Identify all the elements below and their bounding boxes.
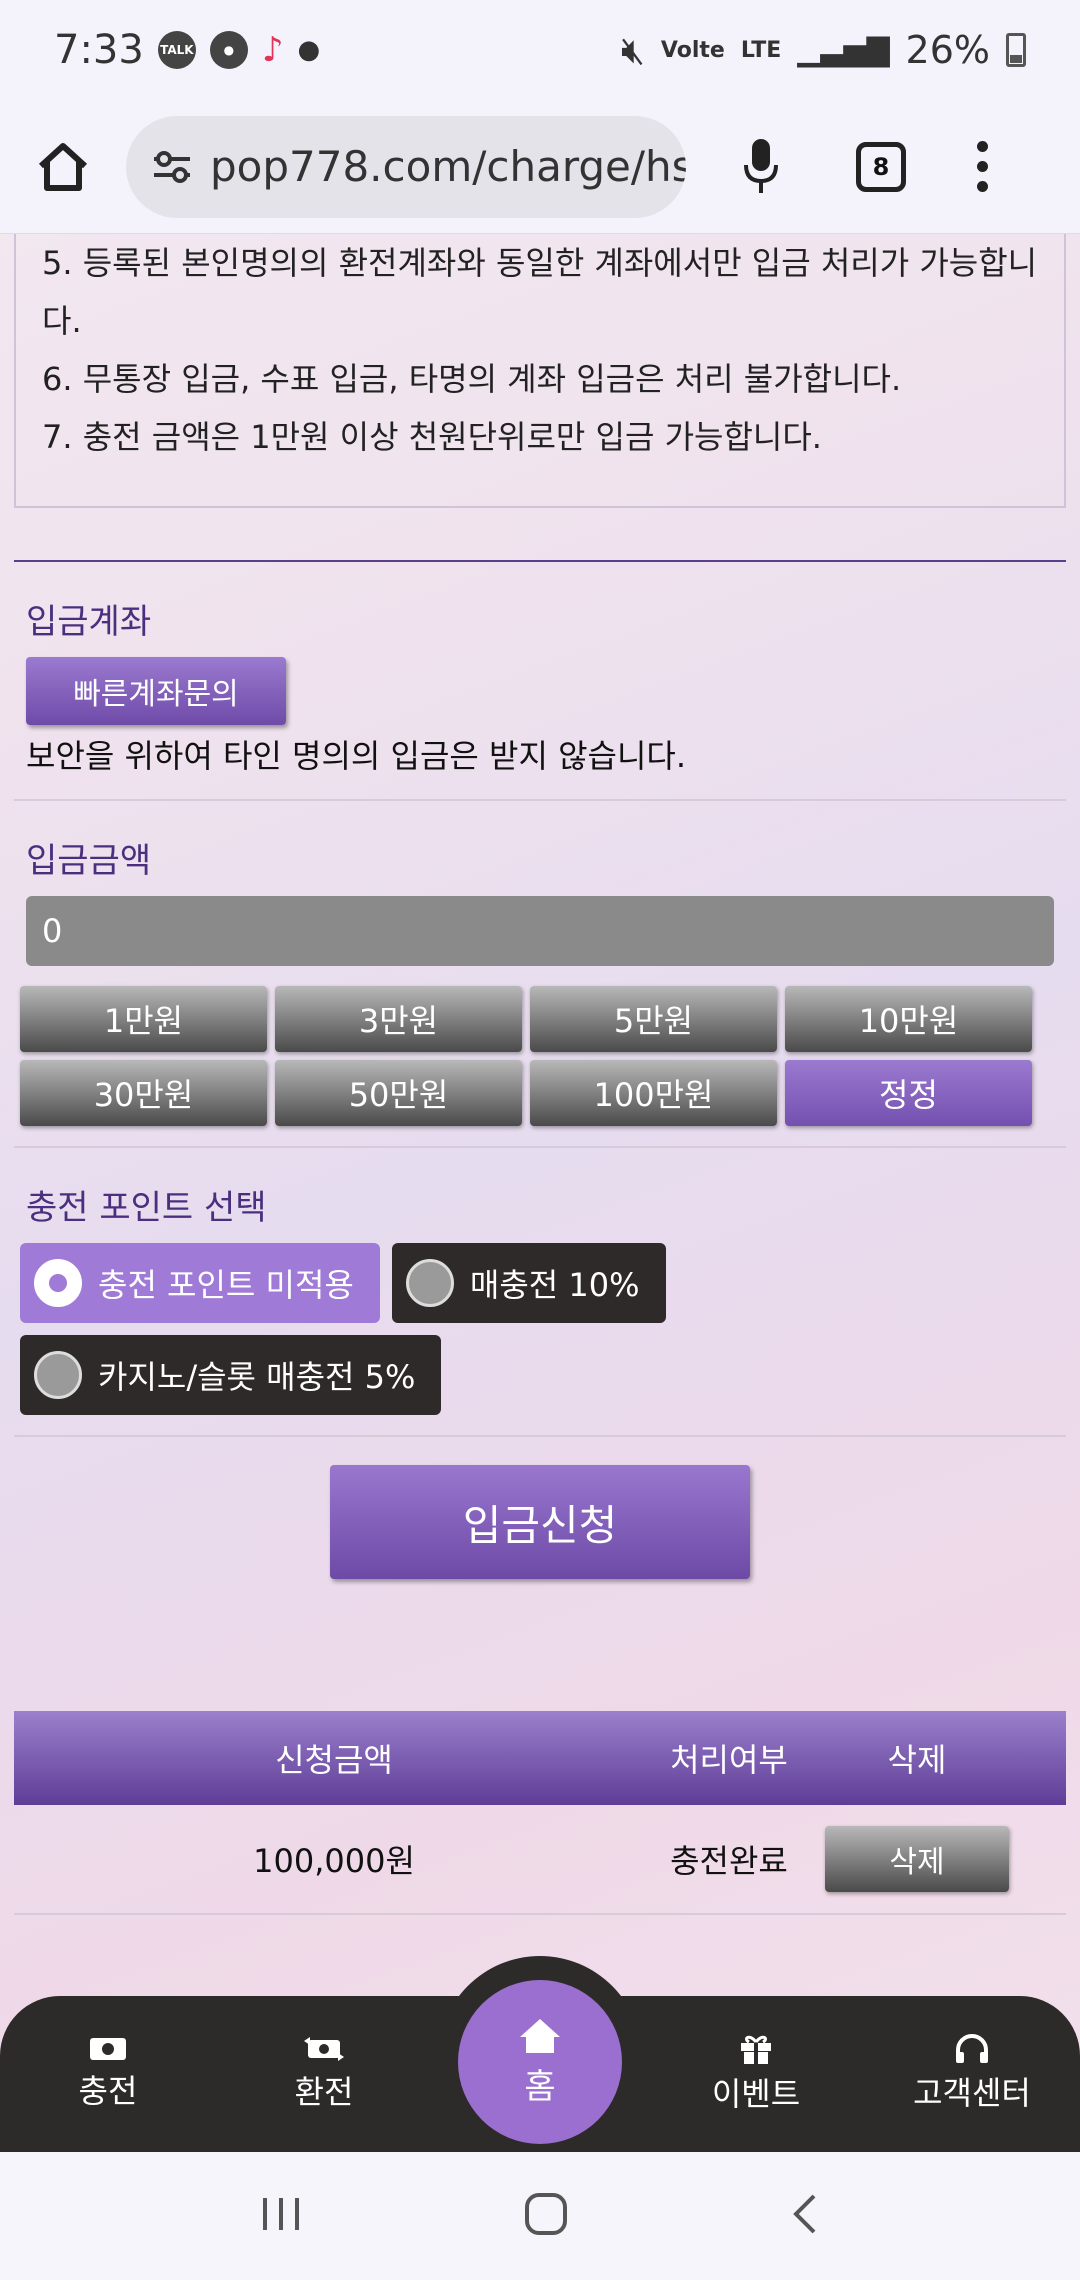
nav-charge[interactable]: 충전	[0, 2036, 216, 2112]
amount-section: 입금금액 0	[0, 833, 1080, 966]
nav-event[interactable]: 이벤트	[648, 2033, 864, 2115]
points-title: 충전 포인트 선택	[26, 1188, 267, 1228]
tiktok-icon: ♪	[261, 30, 284, 70]
recent-apps-icon[interactable]	[260, 2194, 302, 2238]
row-status: 충전완료	[670, 1842, 788, 1880]
reset-amount-button[interactable]: 정정	[785, 1060, 1032, 1126]
amount-button-50000[interactable]: 5만원	[530, 986, 777, 1052]
gift-icon	[741, 2035, 771, 2064]
status-bar: 7:33 TALK ● ♪ ● 🔇︎ Volte LTE ▁▃▅▇ 26%	[0, 0, 1080, 100]
submit-wrap: 입금신청	[0, 1465, 1080, 1579]
row-amount: 100,000원	[253, 1842, 415, 1880]
header-delete: 삭제	[887, 1741, 947, 1779]
mute-icon: 🔇︎	[620, 27, 645, 72]
home-icon	[520, 2018, 560, 2053]
account-info: 보안을 위하여 타인 명의의 입금은 받지 않습니다.	[26, 737, 687, 775]
tab-switcher-button[interactable]: 8	[856, 141, 906, 192]
amount-title: 입금금액	[26, 841, 152, 881]
amount-button-10000[interactable]: 1만원	[20, 986, 267, 1052]
divider	[14, 1146, 1066, 1148]
history-header: 신청금액 처리여부 삭제	[14, 1711, 1066, 1805]
points-options: 충전 포인트 미적용 매충전 10% 카지노/슬롯 매충전 5%	[20, 1243, 1060, 1415]
system-nav-bar	[0, 2152, 1080, 2280]
signal-icon: ▁▃▅▇	[797, 32, 890, 68]
points-option-none[interactable]: 충전 포인트 미적용	[20, 1243, 380, 1323]
battery-percent: 26%	[905, 28, 990, 72]
page-content: 5. 등록된 본인명의의 환전계좌와 동일한 계좌에서만 입금 처리가 가능합니…	[0, 234, 1080, 1915]
battery-icon	[1006, 33, 1026, 67]
section-divider	[14, 560, 1066, 562]
nav-home[interactable]: 홈	[458, 1980, 622, 2144]
amount-input[interactable]: 0	[26, 896, 1054, 966]
url-field[interactable]: pop778.com/charge/hst	[126, 115, 686, 218]
points-section: 충전 포인트 선택	[0, 1180, 1080, 1229]
headset-icon	[956, 2034, 988, 2063]
points-option-label: 충전 포인트 미적용	[98, 1266, 354, 1304]
points-option-label: 매충전 10%	[469, 1266, 640, 1304]
radio-selected-icon	[34, 1259, 82, 1307]
header-amount: 신청금액	[275, 1741, 393, 1779]
table-row: 100,000원 충전완료 삭제	[14, 1805, 1066, 1915]
radio-unselected-icon	[34, 1351, 82, 1399]
amount-button-30000[interactable]: 3만원	[275, 986, 522, 1052]
nav-exchange[interactable]: 환전	[216, 2035, 432, 2113]
talk-icon: TALK	[157, 31, 196, 69]
nav-label: 충전	[78, 2072, 138, 2110]
back-icon[interactable]	[790, 2192, 820, 2240]
divider	[14, 1435, 1066, 1437]
lte-icon: LTE	[740, 37, 782, 63]
amount-button-1000000[interactable]: 100만원	[530, 1060, 777, 1126]
nav-support[interactable]: 고객센터	[864, 2034, 1080, 2114]
mic-icon[interactable]	[736, 134, 786, 200]
nav-label: 환전	[294, 2073, 354, 2111]
delete-button[interactable]: 삭제	[825, 1826, 1009, 1892]
nav-label: 고객센터	[913, 2074, 1031, 2112]
home-icon[interactable]	[30, 134, 96, 200]
deposit-submit-button[interactable]: 입금신청	[330, 1465, 750, 1579]
exchange-icon	[304, 2037, 344, 2061]
more-menu-icon[interactable]	[972, 141, 992, 192]
notice-line: 7. 충전 금액은 1만원 이상 천원단위로만 입금 가능합니다.	[42, 418, 822, 456]
points-option-label: 카지노/슬롯 매충전 5%	[98, 1358, 416, 1396]
account-section: 입금계좌 빠른계좌문의 보안을 위하여 타인 명의의 입금은 받지 않습니다.	[0, 594, 1080, 777]
amount-buttons: 1만원 3만원 5만원 10만원 30만원 50만원 100만원 정정	[20, 986, 1060, 1126]
messenger-icon: ●	[209, 31, 248, 69]
account-title: 입금계좌	[26, 602, 152, 642]
volte-icon: Volte	[660, 37, 725, 63]
amount-button-100000[interactable]: 10만원	[785, 986, 1032, 1052]
site-settings-icon[interactable]	[152, 150, 192, 184]
amount-button-500000[interactable]: 50만원	[275, 1060, 522, 1126]
notice-line: 6. 무통장 입금, 수표 입금, 타명의 계좌 입금은 처리 불가합니다.	[42, 360, 902, 398]
quick-account-button[interactable]: 빠른계좌문의	[26, 657, 286, 725]
dot-icon: ●	[297, 35, 321, 65]
header-status: 처리여부	[670, 1741, 788, 1779]
radio-unselected-icon	[405, 1259, 454, 1307]
cash-icon	[90, 2038, 126, 2060]
history-table: 신청금액 처리여부 삭제 100,000원 충전완료 삭제	[14, 1711, 1066, 1915]
url-text: pop778.com/charge/hst	[210, 142, 686, 191]
amount-button-300000[interactable]: 30만원	[20, 1060, 267, 1126]
home-nav-icon[interactable]	[523, 2191, 569, 2241]
notice-line: 5. 등록된 본인명의의 환전계좌와 동일한 계좌에서만 입금 처리가 가능합니…	[42, 244, 1038, 340]
points-option-casino-5[interactable]: 카지노/슬롯 매충전 5%	[20, 1335, 442, 1415]
nav-label: 홈	[524, 2066, 556, 2107]
notice-box: 5. 등록된 본인명의의 환전계좌와 동일한 계좌에서만 입금 처리가 가능합니…	[14, 234, 1066, 508]
nav-label: 이벤트	[711, 2075, 801, 2113]
divider	[14, 799, 1066, 801]
status-time: 7:33	[54, 27, 144, 73]
browser-toolbar: pop778.com/charge/hst 8	[0, 100, 1080, 234]
points-option-10[interactable]: 매충전 10%	[391, 1243, 666, 1323]
